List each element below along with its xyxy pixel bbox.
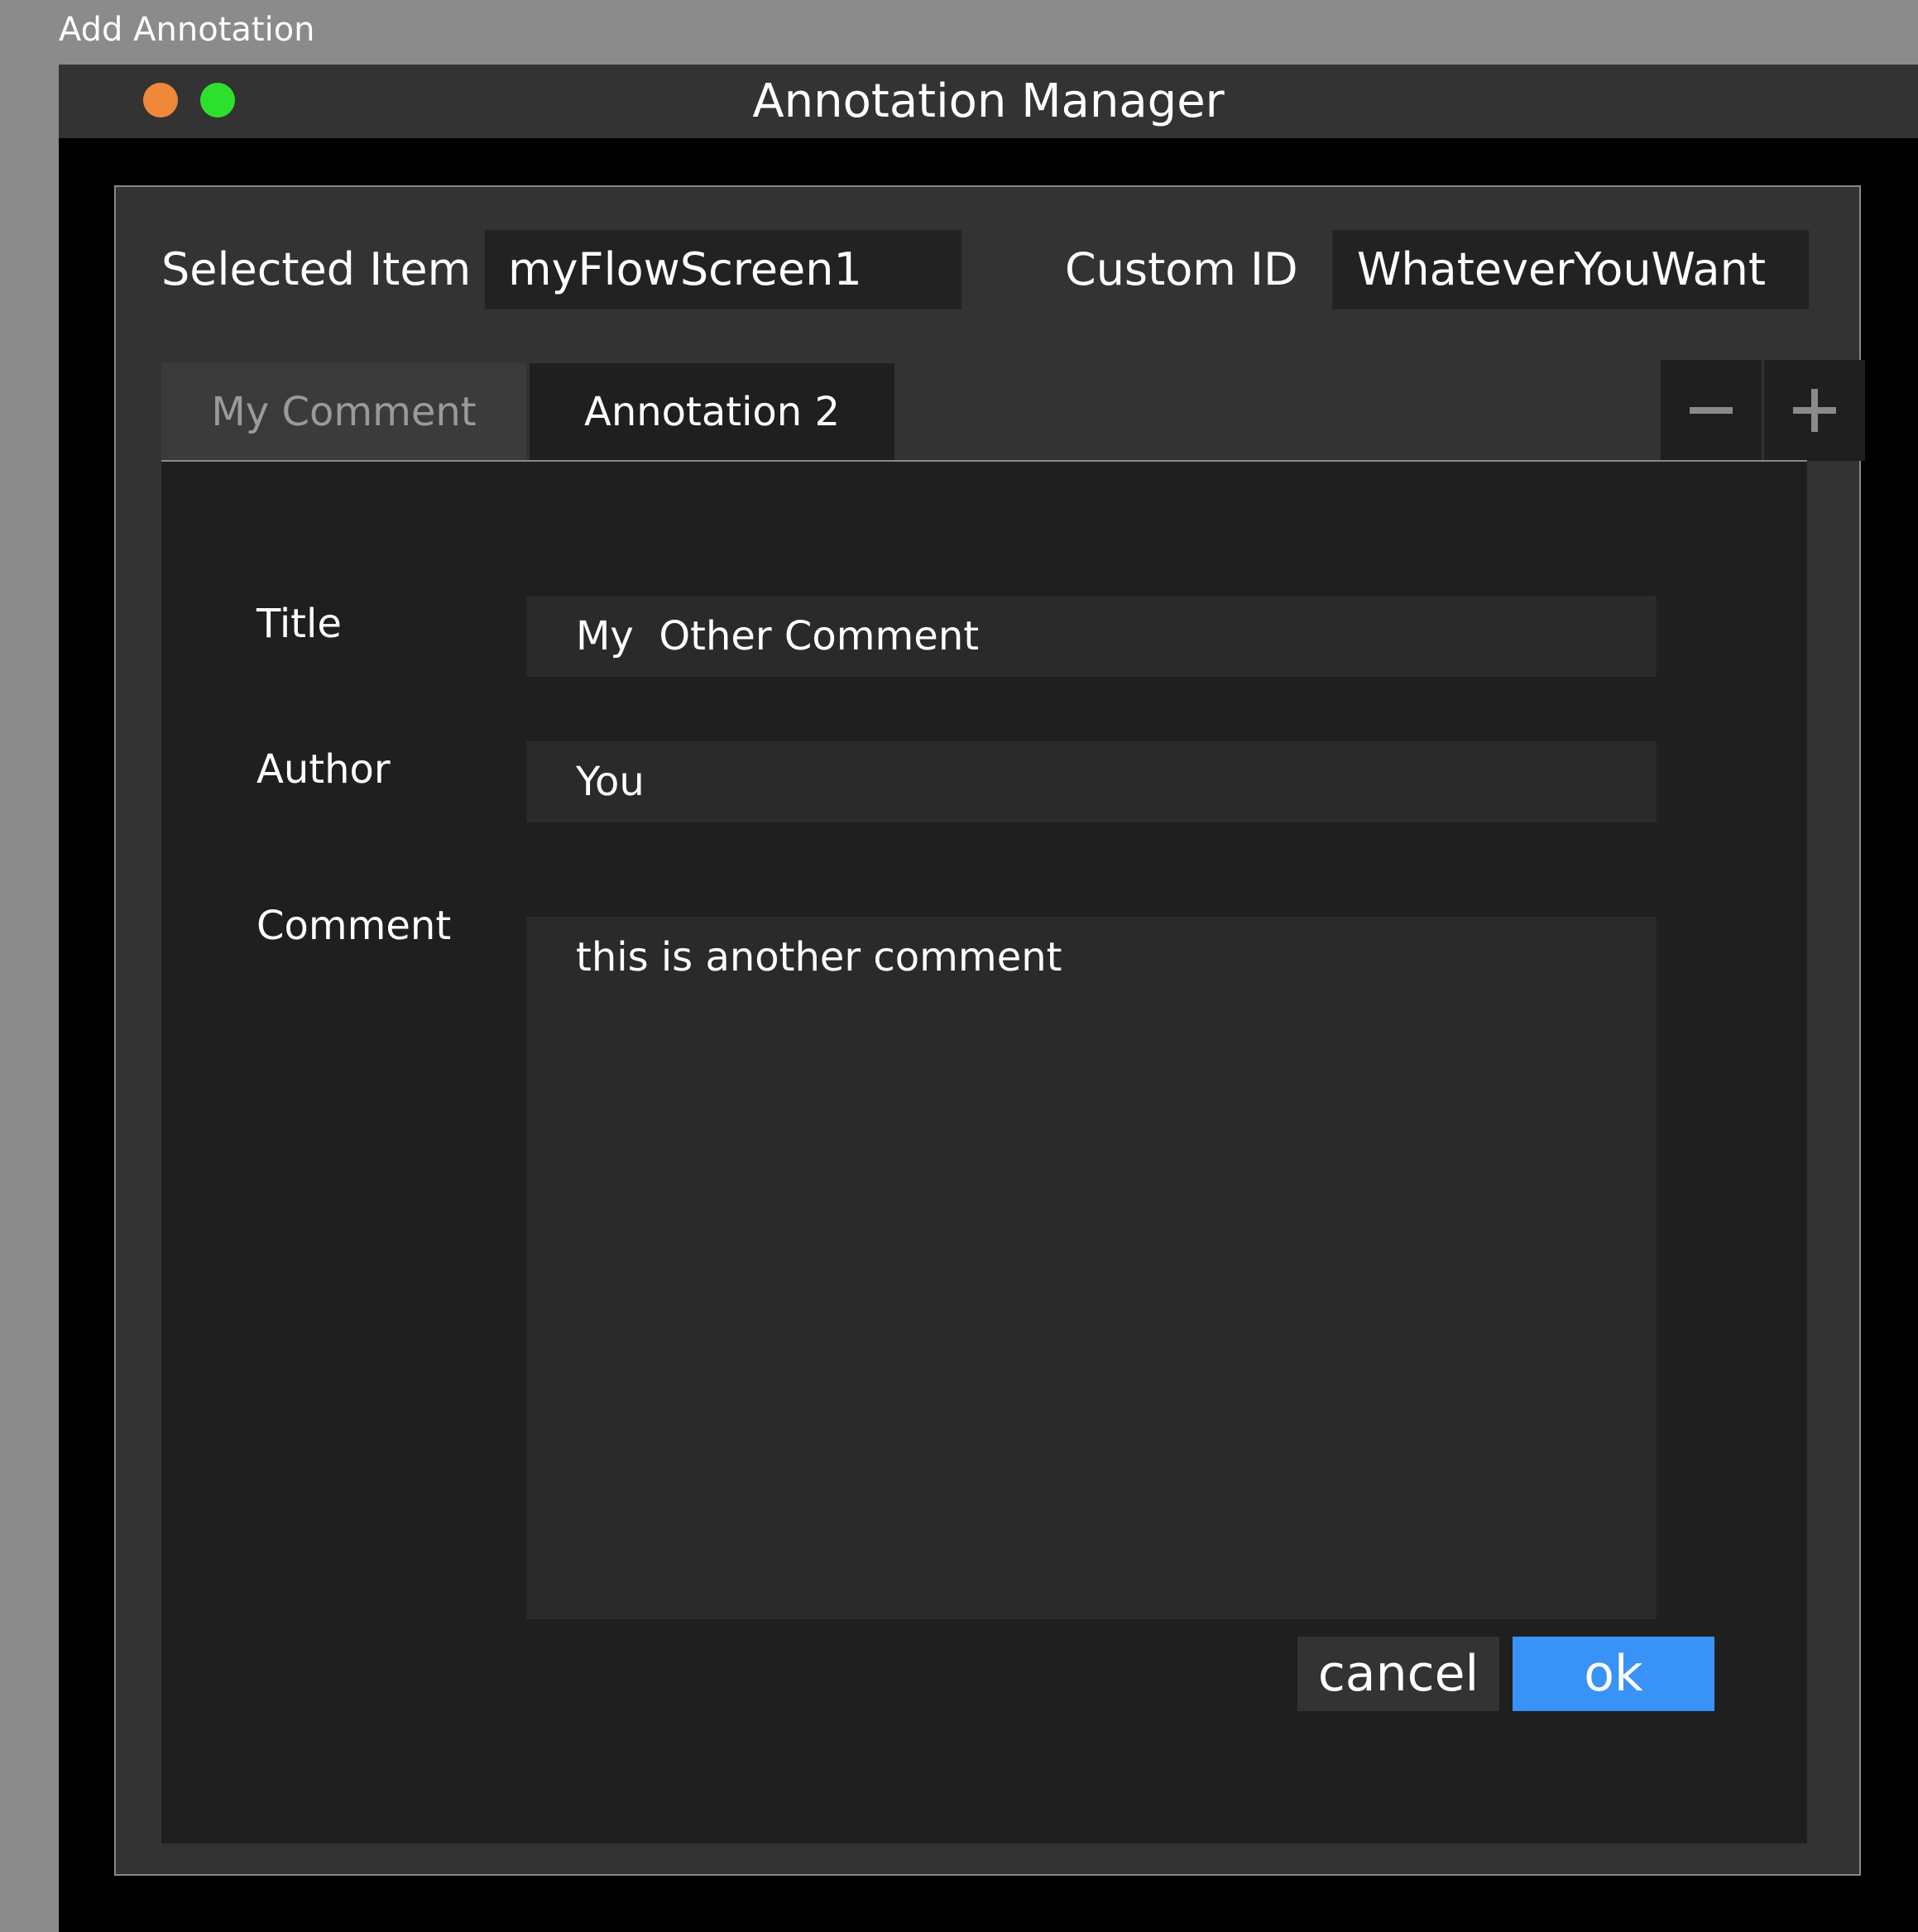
comment-label: Comment: [257, 903, 452, 949]
add-annotation-button[interactable]: [1764, 360, 1865, 461]
selected-item-field[interactable]: myFlowScreen1: [485, 230, 961, 309]
cancel-button[interactable]: cancel: [1297, 1637, 1499, 1711]
minimize-button[interactable]: [143, 83, 178, 117]
minus-icon: [1690, 407, 1733, 414]
custom-id-field[interactable]: WhateverYouWant: [1332, 230, 1809, 309]
title-input[interactable]: My Other Comment: [526, 596, 1657, 677]
ok-button[interactable]: ok: [1513, 1637, 1714, 1711]
annotation-manager-window: Annotation Manager Selected Item myFlowS…: [59, 65, 1918, 1932]
annotation-dialog: Selected Item myFlowScreen1 Custom ID Wh…: [114, 185, 1865, 1876]
remove-annotation-button[interactable]: [1661, 360, 1762, 461]
tab-my-comment[interactable]: My Comment: [161, 363, 526, 461]
maximize-button[interactable]: [200, 83, 235, 117]
title-bar[interactable]: Annotation Manager: [59, 65, 1918, 138]
author-label: Author: [257, 746, 391, 793]
custom-id-label: Custom ID: [1065, 243, 1298, 295]
title-label: Title: [257, 601, 342, 647]
author-input[interactable]: You: [526, 741, 1657, 822]
window-title: Annotation Manager: [752, 74, 1225, 128]
selected-item-label: Selected Item: [161, 243, 472, 295]
plus-icon: [1793, 389, 1836, 432]
outer-window-title: Add Annotation: [59, 11, 315, 49]
tab-annotation-2[interactable]: Annotation 2: [530, 363, 894, 461]
comment-textarea[interactable]: this is another comment: [526, 917, 1657, 1619]
